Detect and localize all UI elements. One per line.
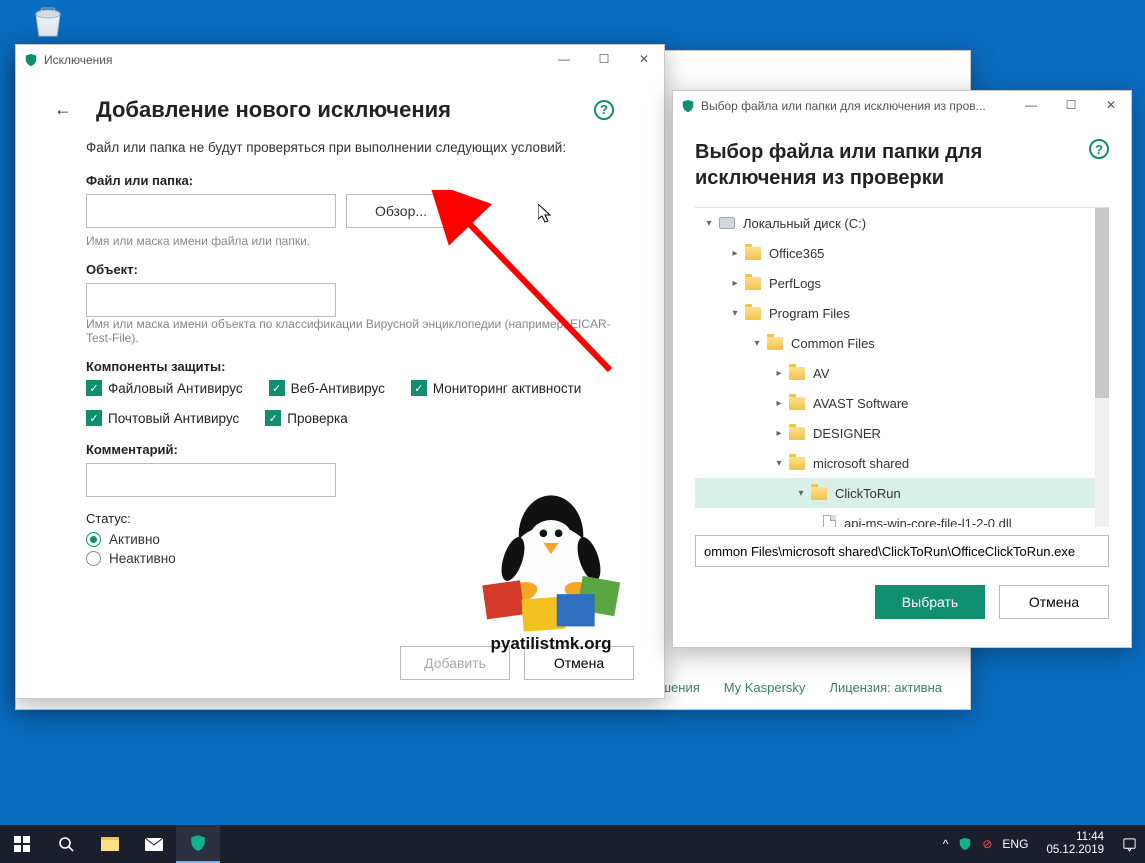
cursor-icon bbox=[538, 204, 554, 224]
components-label: Компоненты защиты: bbox=[86, 359, 614, 374]
tree-node-av[interactable]: ▸AV bbox=[695, 358, 1109, 388]
watermark-text: pyatilistmk.org bbox=[491, 634, 612, 654]
checkbox-mail-antivirus[interactable]: ✓Почтовый Антивирус bbox=[86, 410, 239, 426]
window-title: Исключения bbox=[44, 53, 113, 67]
checkbox-scan[interactable]: ✓Проверка bbox=[265, 410, 347, 426]
checkbox-file-antivirus[interactable]: ✓Файловый Антивирус bbox=[86, 380, 243, 396]
browse-button[interactable]: Обзор... bbox=[346, 194, 456, 228]
help-icon[interactable]: ? bbox=[1089, 139, 1109, 159]
object-label: Объект: bbox=[86, 262, 614, 277]
picker-title: Выбор файла или папки для исключения из … bbox=[695, 139, 1081, 191]
folder-icon bbox=[745, 247, 761, 260]
taskbar-search-icon[interactable] bbox=[44, 825, 88, 863]
help-icon[interactable]: ? bbox=[594, 100, 614, 120]
folder-icon bbox=[745, 307, 761, 320]
folder-tree: ▾Локальный диск (C:) ▸Office365 ▸PerfLog… bbox=[695, 207, 1109, 527]
tree-node-ms-shared[interactable]: ▾microsoft shared bbox=[695, 448, 1109, 478]
file-picker-dialog: Выбор файла или папки для исключения из … bbox=[672, 90, 1132, 648]
minimize-button[interactable]: — bbox=[544, 45, 584, 73]
checkbox-web-antivirus[interactable]: ✓Веб-Антивирус bbox=[269, 380, 385, 396]
maximize-button[interactable]: ☐ bbox=[584, 45, 624, 73]
tray-block-icon[interactable]: ⊘ bbox=[982, 837, 992, 851]
recycle-bin-icon[interactable] bbox=[28, 2, 68, 42]
close-button[interactable]: ✕ bbox=[624, 45, 664, 73]
tree-node-perflogs[interactable]: ▸PerfLogs bbox=[695, 268, 1109, 298]
dialog-title: Добавление нового исключения bbox=[96, 97, 578, 123]
object-hint: Имя или маска имени объекта по классифик… bbox=[86, 317, 614, 345]
disk-icon bbox=[719, 217, 735, 229]
tree-node-program-files[interactable]: ▾Program Files bbox=[695, 298, 1109, 328]
tree-node-designer[interactable]: ▸DESIGNER bbox=[695, 418, 1109, 448]
tree-node-office365[interactable]: ▸Office365 bbox=[695, 238, 1109, 268]
titlebar[interactable]: Исключения — ☐ ✕ bbox=[16, 45, 664, 75]
folder-icon bbox=[811, 487, 827, 500]
checkbox-activity-monitor[interactable]: ✓Мониторинг активности bbox=[411, 380, 582, 396]
maximize-button[interactable]: ☐ bbox=[1051, 91, 1091, 119]
tree-node-disk[interactable]: ▾Локальный диск (C:) bbox=[695, 208, 1109, 238]
footer-link-license[interactable]: Лицензия: активна bbox=[829, 680, 942, 695]
tree-scrollbar[interactable] bbox=[1095, 208, 1109, 527]
file-hint: Имя или маска имени файла или папки. bbox=[86, 234, 614, 248]
close-button[interactable]: ✕ bbox=[1091, 91, 1131, 119]
shield-icon bbox=[24, 53, 38, 67]
taskbar: ^ ⊘ ENG 11:44 05.12.2019 bbox=[0, 825, 1145, 863]
notifications-icon[interactable] bbox=[1122, 837, 1137, 852]
system-tray: ^ ⊘ ENG 11:44 05.12.2019 bbox=[943, 831, 1145, 857]
folder-icon bbox=[789, 427, 805, 440]
file-path-label: Файл или папка: bbox=[86, 173, 614, 188]
tray-chevron-icon[interactable]: ^ bbox=[943, 837, 949, 851]
minimize-button[interactable]: — bbox=[1011, 91, 1051, 119]
file-icon bbox=[823, 515, 836, 527]
tree-node-common-files[interactable]: ▾Common Files bbox=[695, 328, 1109, 358]
back-arrow-icon[interactable]: ← bbox=[46, 95, 80, 124]
tree-node-dll-file[interactable]: api-ms-win-core-file-l1-2-0.dll bbox=[695, 508, 1109, 527]
folder-icon bbox=[745, 277, 761, 290]
watermark-image: pyatilistmk.org bbox=[436, 450, 666, 670]
taskbar-clock[interactable]: 11:44 05.12.2019 bbox=[1038, 831, 1112, 857]
start-button[interactable] bbox=[0, 825, 44, 863]
folder-icon bbox=[789, 457, 805, 470]
add-exclusion-dialog: Исключения — ☐ ✕ ← Добавление нового иск… bbox=[15, 44, 665, 699]
tree-node-clicktorun[interactable]: ▾ClickToRun bbox=[695, 478, 1109, 508]
tree-node-avast[interactable]: ▸AVAST Software bbox=[695, 388, 1109, 418]
cancel-button[interactable]: Отмена bbox=[999, 585, 1109, 619]
folder-icon bbox=[789, 397, 805, 410]
footer-link-mykaspersky[interactable]: My Kaspersky bbox=[724, 680, 806, 695]
tray-shield-icon[interactable] bbox=[958, 837, 972, 851]
taskbar-kaspersky-icon[interactable] bbox=[176, 825, 220, 863]
dialog-subtitle: Файл или папка не будут проверяться при … bbox=[86, 140, 614, 155]
object-input[interactable] bbox=[86, 283, 336, 317]
selected-path-input[interactable] bbox=[695, 535, 1109, 567]
select-button[interactable]: Выбрать bbox=[875, 585, 985, 619]
folder-icon bbox=[789, 367, 805, 380]
titlebar[interactable]: Выбор файла или папки для исключения из … bbox=[673, 91, 1131, 121]
folder-icon bbox=[767, 337, 783, 350]
window-title: Выбор файла или папки для исключения из … bbox=[701, 99, 986, 113]
taskbar-explorer-icon[interactable] bbox=[88, 825, 132, 863]
shield-icon bbox=[681, 99, 695, 113]
taskbar-mail-icon[interactable] bbox=[132, 825, 176, 863]
file-path-input[interactable] bbox=[86, 194, 336, 228]
language-indicator[interactable]: ENG bbox=[1002, 837, 1028, 851]
comment-input[interactable] bbox=[86, 463, 336, 497]
